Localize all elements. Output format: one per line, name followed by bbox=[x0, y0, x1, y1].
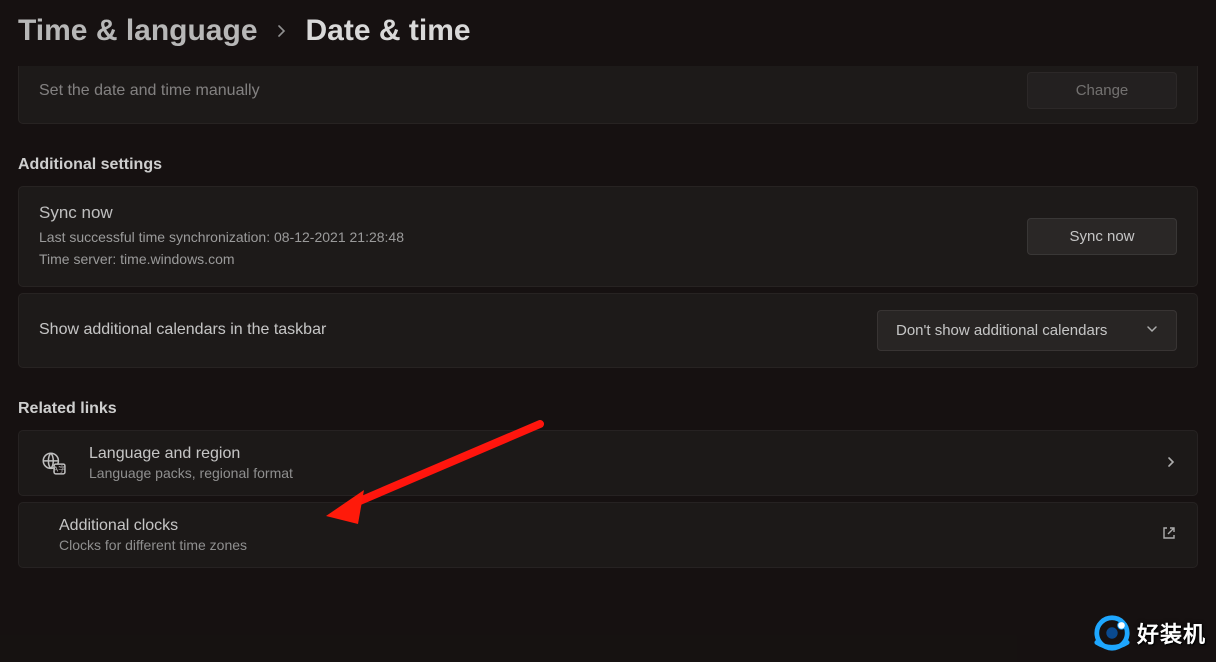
language-and-region-link[interactable]: A字 Language and region Language packs, r… bbox=[18, 430, 1198, 496]
watermark-text: 好装机 bbox=[1137, 617, 1206, 649]
section-additional-settings: Additional settings bbox=[18, 156, 1198, 174]
sync-last-success: Last successful time synchronization: 08… bbox=[39, 227, 404, 247]
sync-time-server: Time server: time.windows.com bbox=[39, 249, 404, 269]
additional-calendars-label: Show additional calendars in the taskbar bbox=[39, 321, 326, 339]
change-button[interactable]: Change bbox=[1027, 72, 1177, 109]
settings-content: Set the date and time manually Change Ad… bbox=[0, 66, 1216, 568]
breadcrumb-current: Date & time bbox=[306, 14, 471, 48]
svg-text:A字: A字 bbox=[53, 463, 66, 473]
sync-now-title: Sync now bbox=[39, 203, 404, 223]
open-external-icon bbox=[1161, 525, 1177, 544]
additional-calendars-select[interactable]: Don't show additional calendars bbox=[877, 310, 1177, 351]
set-date-time-manually-row: Set the date and time manually Change bbox=[18, 66, 1198, 124]
language-region-sub: Language packs, regional format bbox=[89, 465, 1143, 481]
additional-clocks-link[interactable]: Additional clocks Clocks for different t… bbox=[18, 502, 1198, 568]
sync-now-button[interactable]: Sync now bbox=[1027, 218, 1177, 255]
watermark: 好装机 bbox=[1093, 614, 1206, 652]
chevron-down-icon bbox=[1146, 323, 1158, 338]
chevron-right-icon bbox=[1165, 455, 1177, 471]
breadcrumb-parent[interactable]: Time & language bbox=[18, 14, 258, 48]
additional-calendars-value: Don't show additional calendars bbox=[896, 322, 1107, 339]
additional-clocks-title: Additional clocks bbox=[59, 517, 1139, 535]
section-related-links: Related links bbox=[18, 400, 1198, 418]
chevron-right-icon bbox=[276, 25, 288, 37]
language-region-title: Language and region bbox=[89, 445, 1143, 463]
sync-now-row: Sync now Last successful time synchroniz… bbox=[18, 186, 1198, 287]
watermark-icon bbox=[1093, 614, 1131, 652]
breadcrumb: Time & language Date & time bbox=[0, 0, 1216, 66]
globe-language-icon: A字 bbox=[39, 449, 67, 477]
additional-clocks-sub: Clocks for different time zones bbox=[59, 537, 1139, 553]
additional-calendars-row: Show additional calendars in the taskbar… bbox=[18, 293, 1198, 368]
set-manually-label: Set the date and time manually bbox=[39, 82, 260, 100]
